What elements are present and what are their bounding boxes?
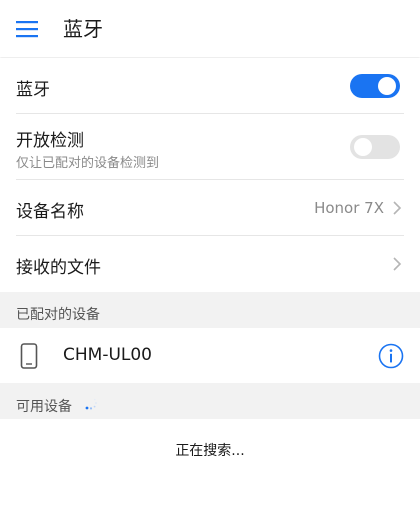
paired-device-row[interactable]: CHM-UL00 xyxy=(0,328,420,383)
toggle-knob xyxy=(354,138,372,156)
device-name-label: 设备名称 xyxy=(16,202,84,222)
searching-status: 正在搜索... xyxy=(175,443,245,459)
paired-devices-title: 已配对的设备 xyxy=(16,307,100,323)
paired-device-name: CHM-UL00 xyxy=(63,345,153,365)
bluetooth-toggle[interactable] xyxy=(350,74,400,98)
info-icon[interactable] xyxy=(378,343,404,369)
paired-devices-header: 已配对的设备 xyxy=(0,292,420,328)
available-devices-title: 可用设备 xyxy=(16,399,72,415)
hamburger-menu-icon[interactable] xyxy=(14,17,42,41)
received-files-label: 接收的文件 xyxy=(16,258,101,278)
loading-spinner-icon xyxy=(85,398,97,410)
received-files-row[interactable]: 接收的文件 xyxy=(0,236,420,292)
available-devices-header: 可用设备 xyxy=(0,383,420,419)
discoverable-toggle[interactable] xyxy=(350,135,400,159)
chevron-right-icon xyxy=(393,201,402,215)
toggle-knob xyxy=(378,77,396,95)
discoverable-description: 仅让已配对的设备检测到 xyxy=(16,156,160,171)
page-title: 蓝牙 xyxy=(63,17,103,41)
bluetooth-row[interactable]: 蓝牙 xyxy=(0,58,420,114)
bluetooth-label: 蓝牙 xyxy=(16,80,50,100)
discoverable-label: 开放检测 xyxy=(16,131,84,151)
app-bar: 蓝牙 xyxy=(0,0,420,57)
device-name-row[interactable]: 设备名称 Honor 7X xyxy=(0,180,420,235)
phone-icon xyxy=(20,343,38,369)
discoverable-row[interactable]: 开放检测 仅让已配对的设备检测到 xyxy=(0,114,420,180)
device-name-value: Honor 7X xyxy=(314,199,384,217)
chevron-right-icon xyxy=(393,257,402,271)
